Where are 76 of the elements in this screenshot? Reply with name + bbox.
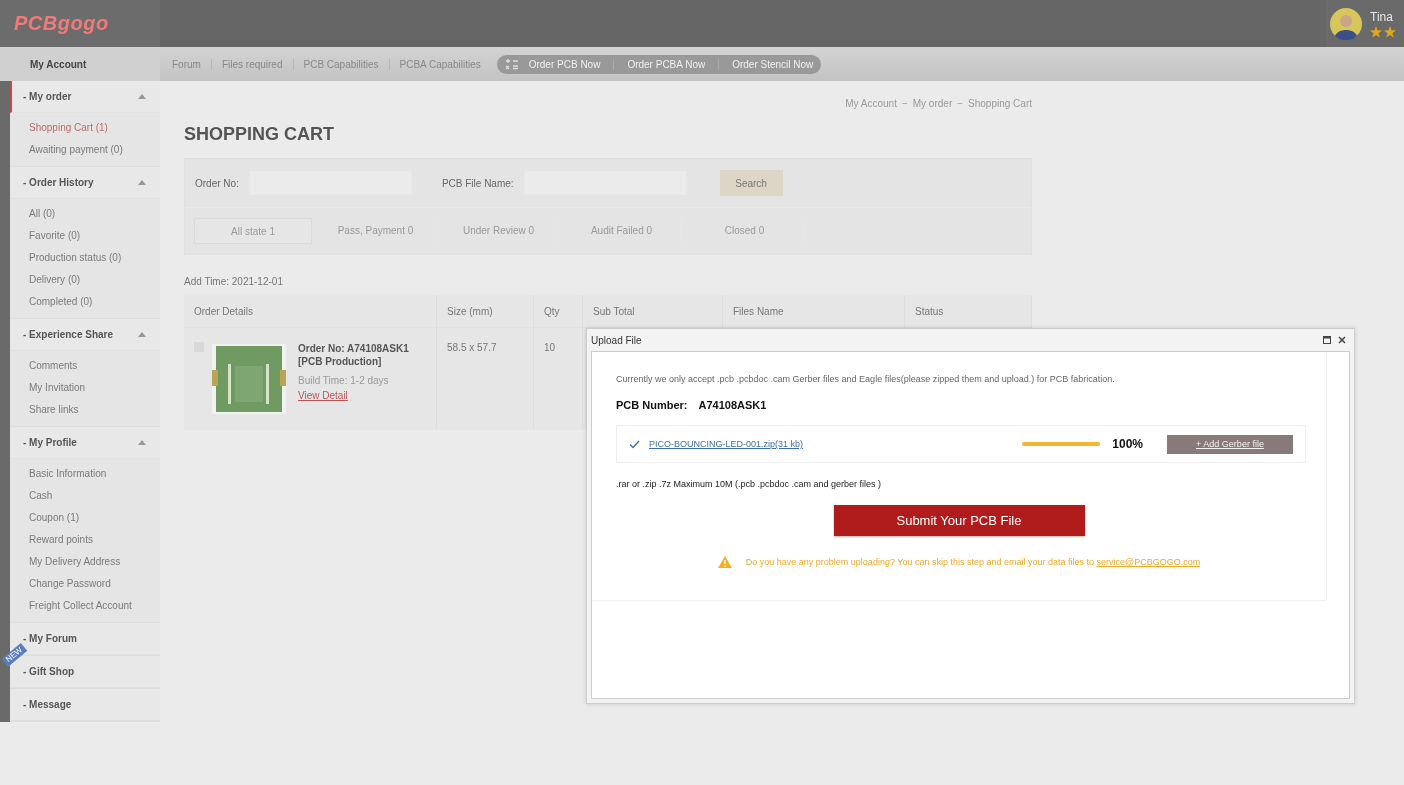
sidebar-item[interactable]: Favorite (0) — [10, 225, 160, 247]
maximize-icon[interactable] — [1323, 336, 1331, 344]
field-label: Order No: — [195, 177, 239, 189]
column-header: Sub Total — [582, 295, 723, 328]
state-tab[interactable]: Pass, Payment 0 — [317, 218, 435, 244]
order-type: [PCB Production] — [298, 355, 383, 368]
sidebar-item[interactable]: Reward points — [10, 529, 160, 551]
breadcrumb-link[interactable]: My Account — [845, 98, 897, 112]
page-title: SHOPPING CART — [184, 124, 335, 146]
order-link[interactable]: Order Stencil Now — [719, 58, 814, 70]
warning-icon — [717, 556, 732, 568]
column-header: Status — [904, 295, 1032, 328]
sidebar-item[interactable]: Share links — [10, 399, 160, 421]
caret-up-icon[interactable] — [138, 332, 146, 337]
sidebar-item[interactable]: Coupon (1) — [10, 507, 160, 529]
column-header: Files Name — [722, 295, 905, 328]
order-link[interactable]: Order PCB Now — [528, 58, 615, 70]
sidebar-section[interactable]: - My order — [10, 81, 160, 113]
order-number: Order No: A74108ASK1 — [298, 342, 409, 355]
state-tab[interactable]: Under Review 0 — [440, 218, 558, 244]
sidebar-item[interactable]: My Invitation — [10, 377, 160, 399]
column-header: Qty — [533, 295, 583, 328]
view-detail-link[interactable]: View Detail — [298, 390, 409, 401]
column-header: Order Details — [184, 295, 437, 328]
add-time: Add Time: 2021-12-01 — [184, 276, 284, 289]
breadcrumb-link[interactable]: My order — [912, 98, 953, 112]
calculator-icon — [504, 58, 519, 70]
file-link[interactable]: PICO-BOUNCING-LED-001.zip(31 kb) — [649, 439, 804, 449]
upload-note: Currently we only accept .pcb .pcbdoc .cam Gerber files and Eagle files(please zipped them and upload.) for PCB fabrication. — [616, 373, 1116, 384]
close-icon[interactable] — [1338, 336, 1346, 344]
check-icon — [629, 439, 640, 449]
search-button[interactable]: Search — [719, 170, 783, 196]
state-tab[interactable]: Audit Failed 0 — [563, 218, 681, 244]
nav-link[interactable]: Files required — [211, 58, 294, 70]
sidebar-item[interactable]: Basic Information — [10, 463, 160, 485]
caret-up-icon[interactable] — [138, 94, 146, 99]
sidebar-item[interactable]: Comments — [10, 355, 160, 377]
caret-up-icon[interactable] — [138, 440, 146, 445]
table-cell: 10 — [544, 342, 556, 353]
nav-link[interactable]: My Account — [30, 58, 87, 70]
sidebar-item[interactable]: My Delivery Address — [10, 551, 160, 573]
breadcrumb-separator: − — [957, 98, 964, 111]
column-header: Size (mm) — [436, 295, 534, 328]
build-time: Build Time: 1-2 days — [298, 375, 390, 386]
table-cell: 58.5 x 57.7 — [447, 342, 497, 353]
caret-up-icon[interactable] — [138, 180, 146, 185]
sidebar-item[interactable]: All (0) — [10, 203, 160, 225]
submit-button[interactable]: Submit Your PCB File — [833, 505, 1085, 536]
progress-percent: 100% — [1112, 437, 1143, 451]
pcb-number-label: PCB Number: — [616, 399, 688, 411]
sidebar-item[interactable]: Cash — [10, 485, 160, 507]
sidebar-item[interactable]: Production status (0) — [10, 247, 160, 269]
sidebar-item[interactable]: Delivery (0) — [10, 269, 160, 291]
dialog-title: Upload File — [591, 334, 643, 346]
sidebar-item[interactable]: Change Password — [10, 573, 160, 595]
state-tab[interactable]: Closed 0 — [686, 218, 804, 244]
nav-link[interactable]: PCBA Capabilities — [389, 58, 491, 70]
user-name: Tina — [1370, 9, 1394, 24]
breadcrumb-separator: − — [901, 98, 908, 111]
field-label: PCB File Name: — [441, 177, 514, 189]
email-link[interactable]: service@PCBGOGO.com — [1096, 557, 1201, 567]
file-hint: .rar or .zip .7z Maximum 10M (.pcb .pcbdoc .cam and gerber files ) — [616, 479, 883, 489]
nav-link[interactable]: PCB Capabilities — [293, 58, 390, 70]
nav-link[interactable]: Forum — [162, 58, 212, 70]
warning-message: Do you have any problem uploading? You can skip this step and email your data files to service@PCBGOGO.com — [745, 557, 1201, 567]
sidebar-item[interactable]: Shopping Cart (1) — [10, 117, 160, 139]
pcb-number: A74108ASK1 — [698, 399, 767, 411]
stars-icon — [1370, 25, 1396, 38]
sidebar-item[interactable]: Completed (0) — [10, 291, 160, 313]
sidebar-item[interactable]: Freight Collect Account — [10, 595, 160, 617]
add-gerber-button[interactable]: + Add Gerber file — [1167, 434, 1293, 454]
order-link[interactable]: Order PCBA Now — [614, 58, 720, 70]
state-tab[interactable]: All state 1 — [194, 218, 312, 244]
avatar-icon[interactable] — [1330, 7, 1362, 40]
sidebar-item[interactable]: Awaiting payment (0) — [10, 139, 160, 161]
breadcrumb-link[interactable]: Shopping Cart — [968, 98, 1032, 112]
